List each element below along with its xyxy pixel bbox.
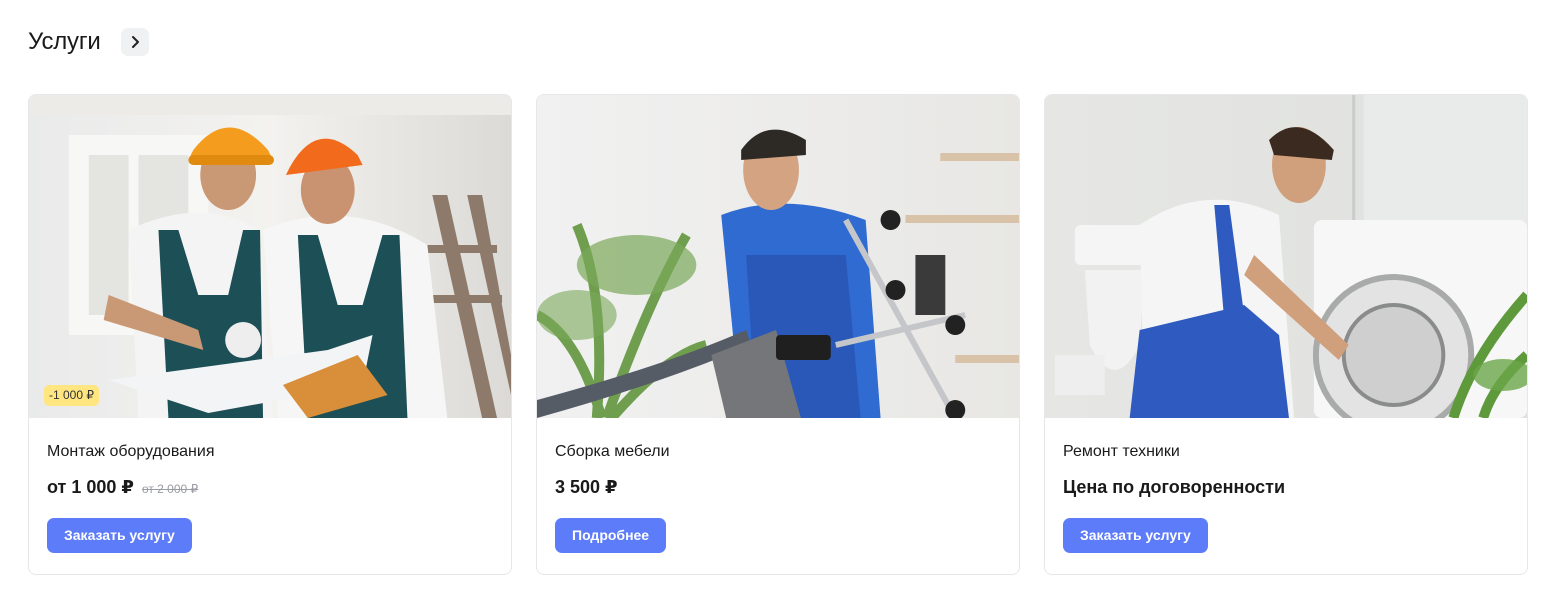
discount-badge: -1 000 ₽ <box>44 385 99 406</box>
service-name: Сборка мебели <box>555 443 670 460</box>
section-arrow-button[interactable] <box>120 28 149 56</box>
workers-photo <box>29 95 511 418</box>
service-price: 3 500 ₽ <box>555 477 618 497</box>
order-service-button[interactable]: Заказать услугу <box>1063 518 1208 553</box>
service-price: от 1 000 ₽ <box>47 477 134 497</box>
price-row: от 1 000 ₽ от 2 000 ₽ <box>47 477 493 501</box>
price-row: Цена по договоренности <box>1063 477 1509 501</box>
section-title: Услуги <box>28 28 101 55</box>
details-button[interactable]: Подробнее <box>555 518 667 553</box>
service-image-furniture[interactable] <box>537 95 1019 418</box>
section-header: Услуги <box>28 26 149 58</box>
chevron-right-icon <box>131 36 139 48</box>
services-list: -1 000 ₽ Монтаж оборудования от 1 000 ₽ … <box>28 94 1528 575</box>
service-image-installation[interactable]: -1 000 ₽ <box>29 95 511 418</box>
furniture-assembly-photo <box>537 95 1019 418</box>
order-service-button[interactable]: Заказать услугу <box>47 518 192 553</box>
service-price: Цена по договоренности <box>1063 477 1286 497</box>
service-card-installation[interactable]: -1 000 ₽ Монтаж оборудования от 1 000 ₽ … <box>28 94 512 575</box>
service-old-price: от 2 000 ₽ <box>141 482 199 496</box>
service-name: Монтаж оборудования <box>47 443 215 460</box>
appliance-repair-photo <box>1045 95 1527 418</box>
service-card-repair[interactable]: Ремонт техники Цена по договоренности За… <box>1044 94 1528 575</box>
service-image-repair[interactable] <box>1045 95 1527 418</box>
service-name: Ремонт техники <box>1063 443 1180 460</box>
service-card-furniture[interactable]: Сборка мебели 3 500 ₽ Подробнее <box>536 94 1020 575</box>
price-row: 3 500 ₽ <box>555 477 1001 501</box>
